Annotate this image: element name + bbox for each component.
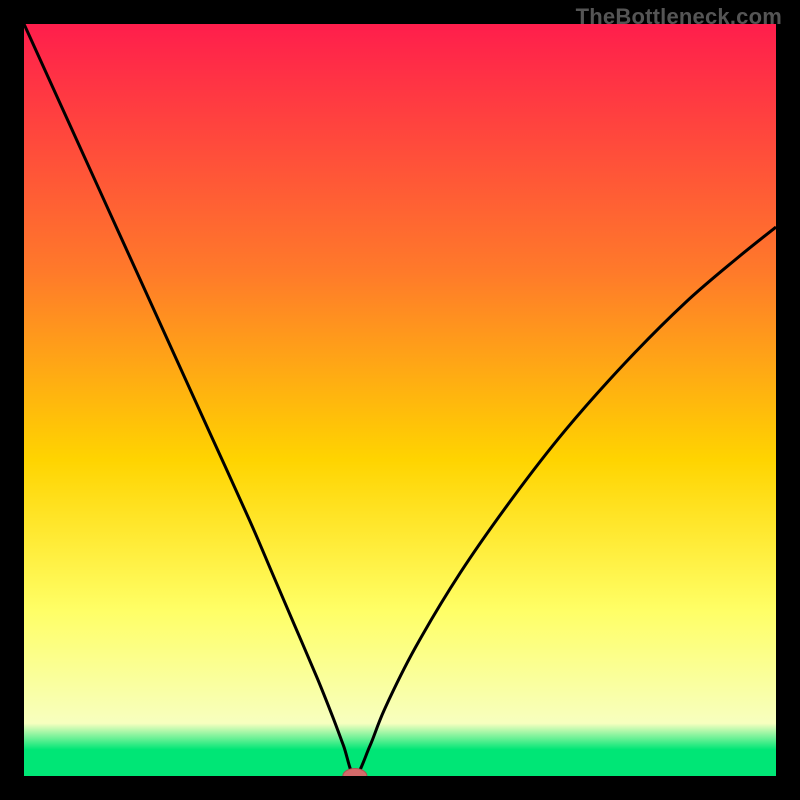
chart-frame: TheBottleneck.com — [0, 0, 800, 800]
plot-area — [24, 24, 776, 776]
chart-svg — [24, 24, 776, 776]
watermark-text: TheBottleneck.com — [576, 4, 782, 30]
gradient-background — [24, 24, 776, 776]
